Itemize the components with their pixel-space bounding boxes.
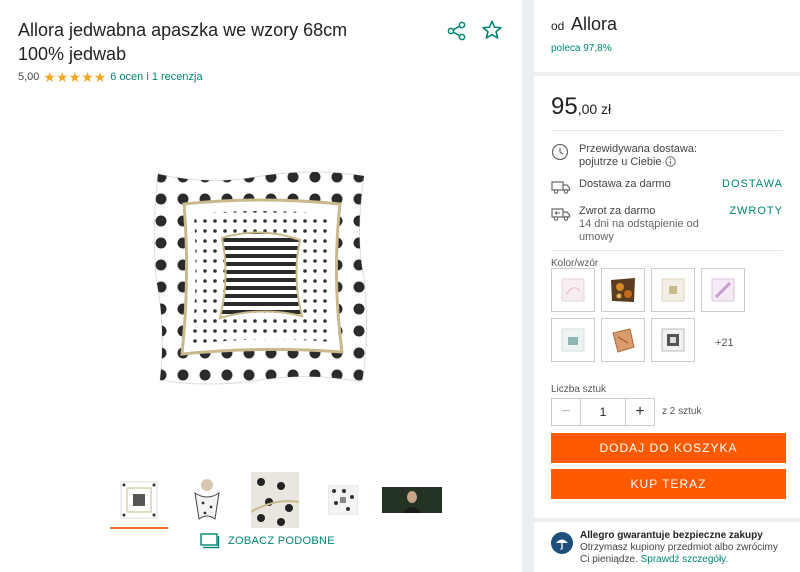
- guarantee-details-link[interactable]: Sprawdź szczegóły.: [641, 554, 729, 565]
- thumbnail-5-video[interactable]: [382, 472, 442, 528]
- increase-button[interactable]: +: [626, 399, 654, 425]
- guarantee-card: Allegro gwarantuje bezpieczne zakupy Otr…: [534, 522, 800, 572]
- divider: [551, 250, 783, 251]
- delivery-estimate-row: Przewidywana dostawa: pojutrze u Ciebie: [551, 143, 783, 169]
- free-shipping-label: Dostawa za darmo: [579, 178, 671, 190]
- thumbnail-1[interactable]: [110, 472, 168, 529]
- price: 95,00 zł: [551, 93, 611, 121]
- product-title: Allora jedwabna apaszka we wzory 68cm 10…: [18, 20, 348, 64]
- umbrella-shield-icon: [551, 532, 573, 554]
- color-swatch-4[interactable]: [701, 268, 745, 312]
- star-icon: ★: [93, 69, 107, 85]
- similar-icon: [200, 533, 220, 549]
- star-icon: ★: [55, 69, 69, 85]
- price-rest: ,00 zł: [577, 101, 612, 117]
- color-swatch-1[interactable]: [551, 268, 595, 312]
- quantity-available: z 2 sztuk: [662, 406, 702, 417]
- main-product-image[interactable]: [150, 166, 372, 390]
- seller-prefix: od: [551, 19, 565, 33]
- delivery-value: pojutrze u Ciebie: [579, 156, 662, 168]
- price-main: 95: [551, 93, 578, 120]
- see-similar-link[interactable]: ZOBACZ PODOBNE: [200, 533, 335, 549]
- free-return-sub: 14 dni na odstąpienie od umowy: [579, 218, 699, 243]
- free-return-label: Zwrot za darmo: [579, 205, 656, 217]
- share-icon[interactable]: [446, 20, 468, 42]
- rating-row: 5,00 ★ ★ ★ ★ ★ 6 ocen i 1 recenzja: [18, 68, 203, 86]
- quantity-stepper: − 1 +: [551, 398, 655, 426]
- more-colors-link[interactable]: +21: [715, 337, 734, 349]
- seller-card: od Allora poleca 97,8%: [534, 0, 800, 72]
- returns-link[interactable]: ZWROTY: [729, 205, 783, 244]
- color-swatch-5[interactable]: [551, 318, 595, 362]
- favorite-star-icon[interactable]: [481, 19, 503, 41]
- seller-name[interactable]: Allora: [571, 14, 617, 35]
- color-swatch-2[interactable]: [601, 268, 645, 312]
- thumbnail-strip: [110, 472, 452, 530]
- star-icon: ★: [81, 69, 94, 85]
- thumbnail-4[interactable]: [314, 472, 372, 528]
- color-swatch-7[interactable]: [651, 318, 695, 362]
- ratings-link[interactable]: 6 ocen i 1 recenzja: [110, 71, 202, 83]
- rating-value: 5,00: [18, 71, 40, 83]
- truck-icon: [551, 181, 571, 194]
- free-return-row: Zwrot za darmo 14 dni na odstąpienie od …: [551, 205, 783, 244]
- quantity-label: Liczba sztuk: [551, 384, 607, 395]
- thumbnail-3[interactable]: [246, 472, 304, 528]
- color-swatch-3[interactable]: [651, 268, 695, 312]
- divider: [551, 130, 783, 131]
- quantity-input[interactable]: 1: [580, 399, 626, 425]
- return-truck-icon: [551, 208, 571, 221]
- info-icon[interactable]: [664, 156, 676, 167]
- delivery-title: Przewidywana dostawa:: [579, 143, 698, 155]
- offer-card: 95,00 zł Przewidywana dostawa: pojutrze …: [534, 76, 800, 518]
- guarantee-text: Otrzymasz kupiony przedmiot albo zwrócim…: [580, 542, 790, 566]
- delivery-link[interactable]: DOSTAWA: [722, 178, 783, 196]
- product-panel: Allora jedwabna apaszka we wzory 68cm 10…: [0, 0, 522, 572]
- see-similar-label: ZOBACZ PODOBNE: [228, 535, 335, 547]
- thumbnail-2[interactable]: [178, 472, 236, 528]
- add-to-cart-button[interactable]: DODAJ DO KOSZYKA: [551, 433, 786, 463]
- buy-now-button[interactable]: KUP TERAZ: [551, 469, 786, 499]
- rating-stars: ★ ★ ★ ★ ★: [43, 70, 106, 84]
- star-icon: ★: [68, 69, 82, 85]
- seller-recommendation[interactable]: poleca 97,8%: [551, 43, 612, 54]
- clock-icon: [551, 143, 569, 161]
- star-icon: ★: [43, 69, 56, 85]
- guarantee-title: Allegro gwarantuje bezpieczne zakupy: [580, 530, 763, 541]
- free-shipping-row: Dostawa za darmo DOSTAWA: [551, 178, 783, 196]
- color-swatch-6[interactable]: [601, 318, 645, 362]
- decrease-button[interactable]: −: [552, 399, 580, 425]
